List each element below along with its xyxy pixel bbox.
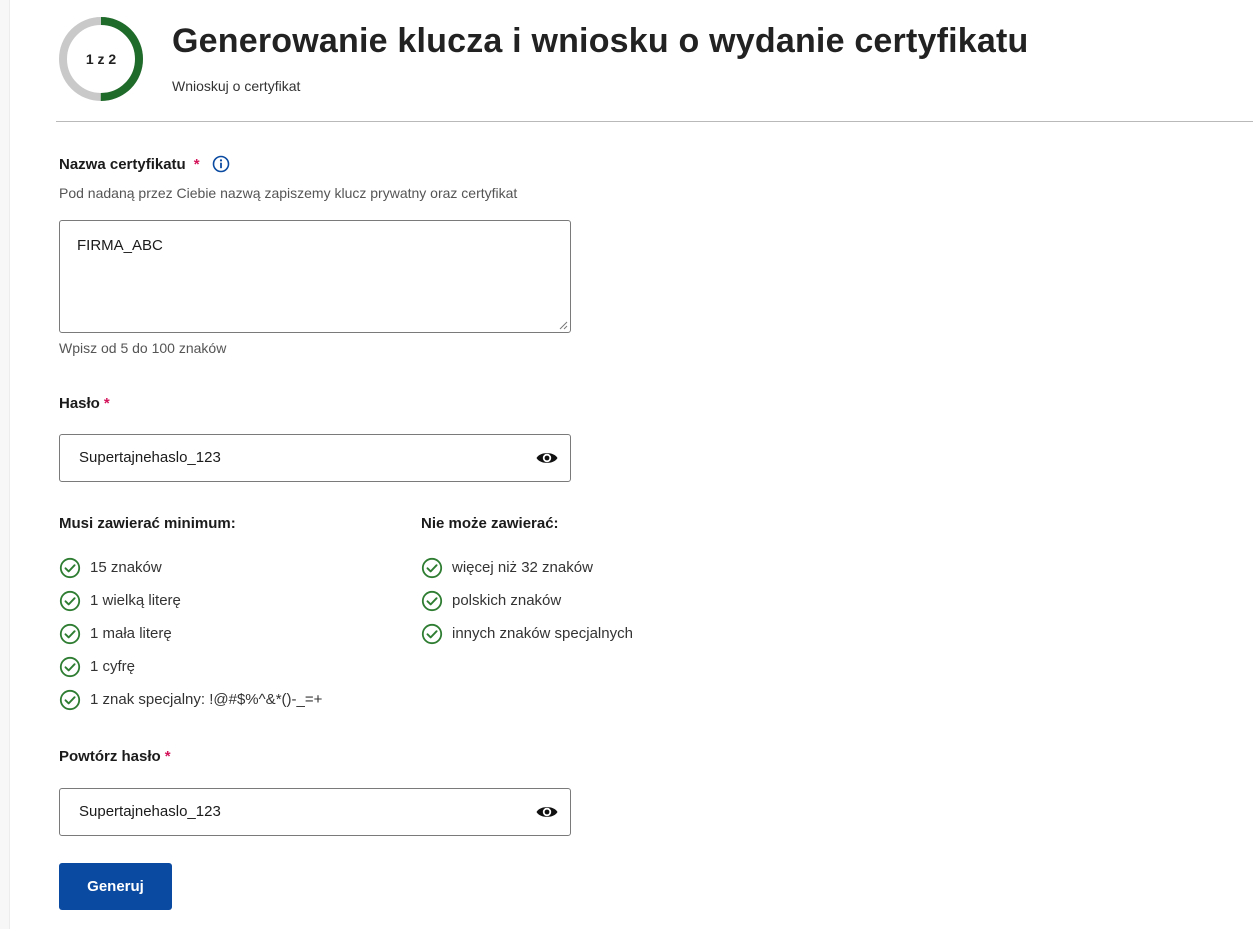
certificate-name-textarea[interactable]: FIRMA_ABC xyxy=(59,220,571,333)
resize-handle-icon[interactable] xyxy=(558,320,568,330)
requirement-text: 1 mała literę xyxy=(90,625,172,642)
check-circle-icon xyxy=(421,557,443,578)
requirement-text: 1 cyfrę xyxy=(90,658,136,675)
restriction-item: więcej niż 32 znaków xyxy=(421,551,633,584)
requirement-item: 1 wielką literę xyxy=(59,584,322,617)
required-mark: * xyxy=(164,748,171,765)
restriction-item: innych znaków specjalnych xyxy=(421,617,633,650)
generate-button[interactable]: Generuj xyxy=(59,863,172,910)
requirement-item: 1 mała literę xyxy=(59,617,322,650)
check-circle-icon xyxy=(59,590,81,611)
required-mark: * xyxy=(193,155,200,173)
required-mark: * xyxy=(103,395,110,412)
requirement-item: 1 cyfrę xyxy=(59,650,322,683)
must-contain-heading: Musi zawierać minimum: xyxy=(59,515,236,532)
left-panel-edge xyxy=(0,0,10,929)
requirement-text: 1 wielką literę xyxy=(90,592,181,609)
check-circle-icon xyxy=(59,557,81,578)
step-progress-indicator: 1 z 2 xyxy=(56,14,146,104)
cannot-contain-heading: Nie może zawierać: xyxy=(421,515,559,532)
password-input[interactable]: Supertajnehaslo_123 xyxy=(59,434,571,482)
header-divider xyxy=(56,121,1253,122)
certificate-name-value: FIRMA_ABC xyxy=(77,237,163,254)
certificate-name-hint: Wpisz od 5 do 100 znaków xyxy=(59,340,227,356)
check-circle-icon xyxy=(59,656,81,677)
page-header: 1 z 2 Generowanie klucza i wniosku o wyd… xyxy=(56,14,1253,118)
password-repeat-label: Powtórz hasło * xyxy=(59,748,171,765)
password-value: Supertajnehaslo_123 xyxy=(79,449,221,466)
info-icon[interactable] xyxy=(212,155,230,173)
must-contain-list: 15 znaków 1 wielką literę 1 mała literę … xyxy=(59,551,322,716)
restriction-text: polskich znaków xyxy=(452,592,562,609)
page-title: Generowanie klucza i wniosku o wydanie c… xyxy=(172,22,1029,60)
page-subtitle: Wnioskuj o certyfikat xyxy=(172,78,301,94)
password-label: Hasło * xyxy=(59,395,110,412)
eye-icon[interactable] xyxy=(535,801,559,823)
check-circle-icon xyxy=(421,590,443,611)
password-repeat-label-text: Powtórz hasło xyxy=(59,748,161,765)
check-circle-icon xyxy=(59,623,81,644)
certificate-name-description: Pod nadaną przez Ciebie nazwą zapiszemy … xyxy=(59,185,518,201)
check-circle-icon xyxy=(59,689,81,710)
requirement-text: 1 znak specjalny: !@#$%^&*()-_=+ xyxy=(90,691,323,708)
step-counter: 1 z 2 xyxy=(85,51,117,67)
password-label-text: Hasło xyxy=(59,395,100,412)
check-circle-icon xyxy=(421,623,443,644)
certificate-name-label-text: Nazwa certyfikatu xyxy=(59,155,186,173)
certificate-name-label: Nazwa certyfikatu * xyxy=(59,155,230,173)
requirement-text: 15 znaków xyxy=(90,559,162,576)
password-repeat-input[interactable]: Supertajnehaslo_123 xyxy=(59,788,571,836)
restriction-text: innych znaków specjalnych xyxy=(452,625,633,642)
cannot-contain-list: więcej niż 32 znaków polskich znaków inn… xyxy=(421,551,633,650)
restriction-item: polskich znaków xyxy=(421,584,633,617)
password-repeat-value: Supertajnehaslo_123 xyxy=(79,803,221,820)
requirement-item: 1 znak specjalny: !@#$%^&*()-_=+ xyxy=(59,683,322,716)
eye-icon[interactable] xyxy=(535,447,559,469)
requirement-item: 15 znaków xyxy=(59,551,322,584)
restriction-text: więcej niż 32 znaków xyxy=(452,559,593,576)
